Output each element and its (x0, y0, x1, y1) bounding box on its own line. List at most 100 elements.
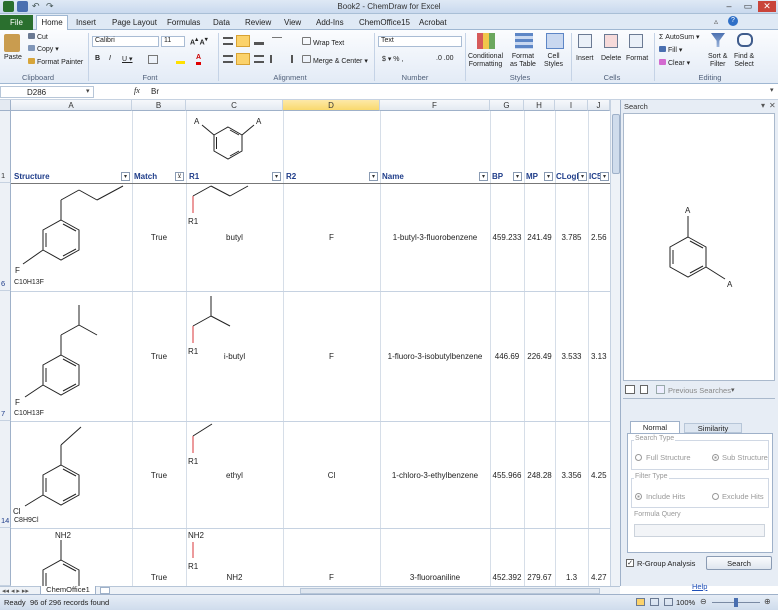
clogp-cell[interactable]: 3.356 (555, 471, 588, 480)
match-cell[interactable]: True (132, 352, 186, 361)
tab-view[interactable]: View (284, 16, 301, 30)
match-cell[interactable]: True (132, 471, 186, 480)
tab-formulas[interactable]: Formulas (167, 16, 200, 30)
mp-cell[interactable]: 226.49 (524, 352, 555, 361)
previous-searches-button[interactable]: Previous Searches (668, 386, 731, 395)
filter-dropdown-icon[interactable]: ▾ (578, 172, 587, 181)
r2-cell[interactable]: Cl (283, 471, 380, 480)
rgroup-checkbox[interactable]: ✓ (626, 559, 634, 567)
borders-icon[interactable] (148, 55, 158, 64)
align-middle-icon[interactable] (236, 35, 250, 47)
fill-color-icon[interactable] (176, 54, 185, 64)
filter-dropdown-icon[interactable]: ▾ (513, 172, 522, 181)
filter-dropdown-icon[interactable]: ▾ (369, 172, 378, 181)
clogp-cell[interactable]: 1.3 (555, 573, 588, 582)
scrollbar-thumb[interactable] (612, 114, 620, 174)
col-header-a[interactable]: A (11, 100, 132, 111)
col-header-b[interactable]: B (132, 100, 186, 111)
tab-acrobat[interactable]: Acrobat (419, 16, 447, 30)
name-cell[interactable]: 1-butyl-3-fluorobenzene (380, 233, 490, 242)
select-all-corner[interactable] (0, 100, 11, 111)
tab-normal[interactable]: Normal (630, 421, 680, 433)
bp-cell[interactable]: 459.233 (490, 233, 524, 242)
search-button[interactable]: Search (706, 556, 772, 570)
row-header[interactable]: 7 (0, 291, 11, 421)
tab-page-layout[interactable]: Page Layout (112, 16, 157, 30)
ic-cell[interactable]: 2.56 (588, 233, 610, 242)
copy-structure-icon[interactable] (625, 385, 635, 394)
name-box[interactable]: D286 (0, 86, 94, 98)
clogp-cell[interactable]: 3.785 (555, 233, 588, 242)
bp-cell[interactable]: 446.69 (490, 352, 524, 361)
decrease-indent-icon[interactable] (270, 55, 280, 63)
col-header-d[interactable]: D (283, 100, 380, 111)
insert-button[interactable]: Insert (576, 55, 594, 62)
tab-similarity[interactable]: Similarity (684, 423, 742, 433)
exclude-hits-radio[interactable] (712, 493, 719, 500)
worksheet[interactable]: A B C D F G H I J 1 6 7 14 A A Structure… (0, 100, 620, 586)
copy-button[interactable]: Copy (37, 46, 53, 53)
find-icon[interactable] (737, 33, 753, 47)
zoom-out-icon[interactable]: ⊖ (700, 597, 707, 606)
bp-cell[interactable]: 455.966 (490, 471, 524, 480)
autosum-button[interactable]: AutoSum (665, 34, 694, 41)
mp-cell[interactable]: 248.28 (524, 471, 555, 480)
mp-cell[interactable]: 241.49 (524, 233, 555, 242)
col-header-f[interactable]: F (380, 100, 490, 111)
increase-indent-icon[interactable] (283, 55, 293, 63)
font-name-select[interactable]: Calibri (92, 36, 159, 47)
align-top-icon[interactable] (223, 37, 233, 45)
number-format-select[interactable]: Text (378, 36, 462, 47)
vertical-scrollbar[interactable] (610, 100, 620, 586)
r1-cell[interactable]: NH2 (186, 573, 283, 582)
tab-home[interactable]: Home (36, 15, 68, 30)
formula-input[interactable]: Br (151, 87, 159, 96)
zoom-level[interactable]: 100% (676, 598, 695, 607)
panel-menu-icon[interactable]: ▾ (761, 101, 765, 110)
align-bottom-icon[interactable] (254, 37, 264, 45)
conditional-formatting-button[interactable]: Conditional Formatting (468, 53, 503, 69)
new-sheet-icon[interactable] (100, 587, 110, 594)
orientation-icon[interactable] (272, 37, 282, 45)
filter-dropdown-icon[interactable]: ▾ (121, 172, 130, 181)
bold-button[interactable]: B (95, 55, 100, 62)
italic-button[interactable]: I (109, 55, 111, 62)
merge-center-button[interactable]: Merge & Center (313, 58, 362, 65)
grow-font-icon[interactable]: A▴ A▾ (190, 37, 208, 46)
underline-button[interactable]: U ▾ (122, 55, 133, 63)
format-cells-icon[interactable] (629, 34, 643, 48)
r1-cell[interactable]: butyl (186, 233, 283, 242)
wrap-text-button[interactable]: Wrap Text (313, 40, 344, 47)
name-box-dropdown-icon[interactable]: ▾ (86, 87, 90, 95)
insert-cells-icon[interactable] (578, 34, 592, 48)
formula-query-input[interactable] (634, 524, 765, 537)
mp-cell[interactable]: 279.67 (524, 573, 555, 582)
sort-filter-button[interactable]: Sort & Filter (708, 53, 727, 69)
paste-button[interactable]: Paste (4, 54, 22, 61)
maximize-icon[interactable]: ▭ (739, 1, 757, 12)
help-icon[interactable]: ? (728, 16, 738, 26)
zoom-slider-thumb[interactable] (734, 598, 738, 607)
col-header-c[interactable]: C (186, 100, 283, 111)
find-select-button[interactable]: Find & Select (734, 53, 754, 69)
r2-cell[interactable]: F (283, 233, 380, 242)
filter-dropdown-icon[interactable]: ▾ (600, 172, 609, 181)
ic-cell[interactable]: 4.25 (588, 471, 610, 480)
match-cell[interactable]: True (132, 233, 186, 242)
ic-cell[interactable]: 4.27 (588, 573, 610, 582)
format-table-button[interactable]: Format as Table (510, 53, 536, 69)
conditional-formatting-icon[interactable] (477, 33, 495, 49)
include-hits-radio[interactable] (635, 493, 642, 500)
chevron-down-icon[interactable]: ▾ (731, 386, 735, 394)
close-icon[interactable]: ✕ (758, 1, 776, 12)
bp-cell[interactable]: 452.392 (490, 573, 524, 582)
tab-add-ins[interactable]: Add-Ins (316, 16, 344, 30)
r1-cell[interactable]: i-butyl (186, 352, 283, 361)
minimize-icon[interactable]: – (720, 1, 738, 12)
cell-styles-icon[interactable] (546, 33, 564, 49)
filter-dropdown-icon[interactable]: ▾ (272, 172, 281, 181)
format-painter-button[interactable]: Format Painter (37, 59, 83, 66)
name-cell[interactable]: 1-chloro-3-ethylbenzene (380, 471, 490, 480)
cell-styles-button[interactable]: Cell Styles (544, 53, 563, 69)
cut-button[interactable]: Cut (37, 34, 48, 41)
